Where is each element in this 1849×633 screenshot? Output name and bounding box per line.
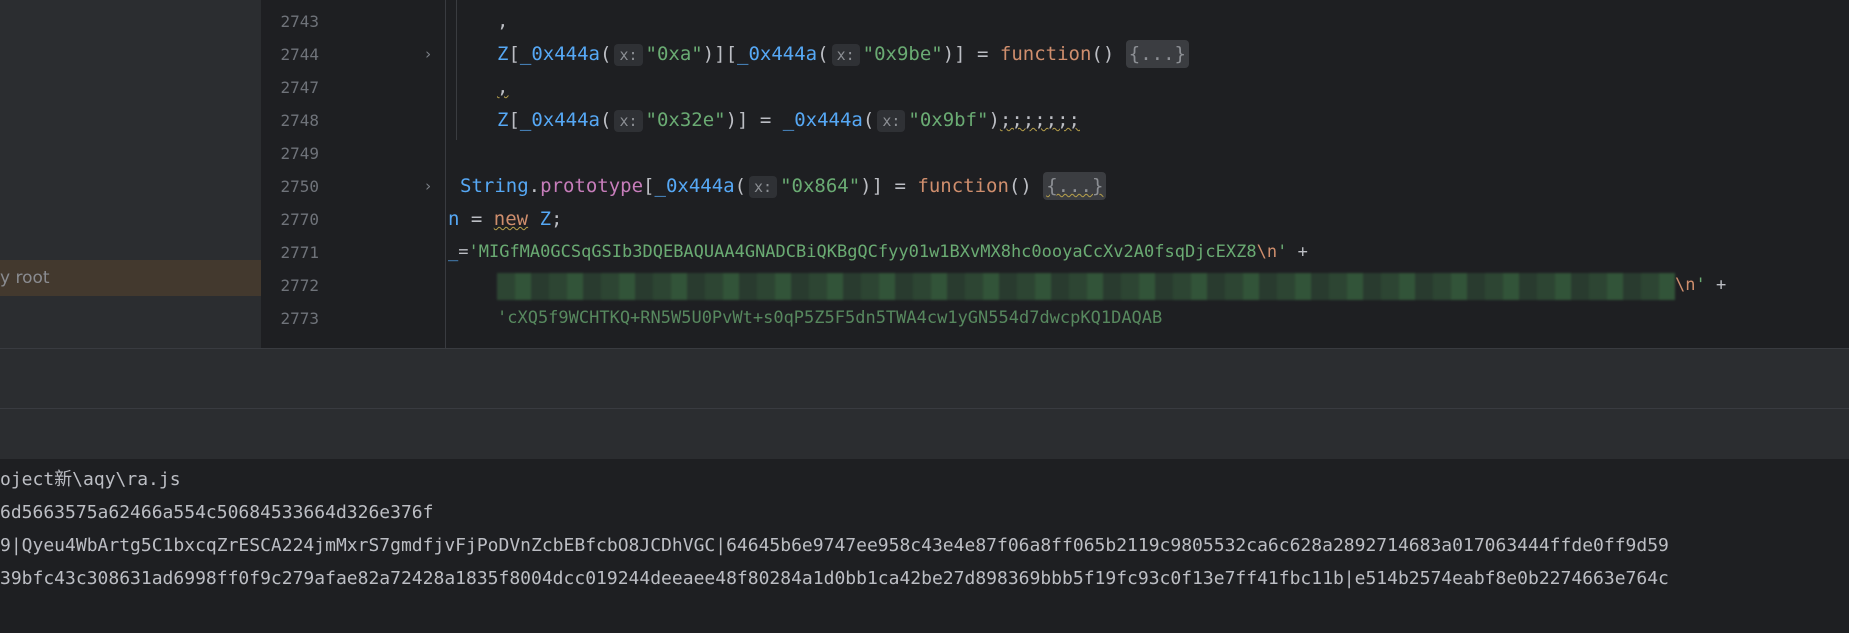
code-token: "0x864" bbox=[780, 175, 861, 197]
param-hint: x: bbox=[614, 110, 643, 132]
code-token: n bbox=[448, 208, 460, 230]
code-token: "0x9bf" bbox=[908, 109, 989, 131]
code-line[interactable]: 2750 › String.prototype[_0x444a(x: "0x864… bbox=[261, 170, 1849, 203]
line-number: 2743 bbox=[280, 12, 319, 31]
console-line: 6d5663575a62466a554c50684533664d326e376f bbox=[0, 502, 434, 523]
code-token: + bbox=[1297, 242, 1308, 262]
code-line[interactable]: 2744 › Z[_0x444a(x: "0xa")][_0x444a(x: "0x… bbox=[261, 38, 1849, 71]
code-token: prototype bbox=[540, 175, 644, 197]
line-number: 2744 bbox=[280, 45, 319, 64]
code-token: _0x444a bbox=[782, 109, 863, 131]
redacted-block bbox=[497, 273, 1675, 300]
code-text: String.prototype[_0x444a(x: "0x864")] = f… bbox=[460, 170, 1107, 203]
folded-region[interactable]: {...} bbox=[1043, 172, 1107, 200]
line-number: 2750 bbox=[280, 177, 319, 196]
code-line[interactable]: 2772 \n' + bbox=[261, 269, 1849, 302]
code-token: _0x444a bbox=[737, 43, 818, 65]
code-text: 'cXQ5f9WCHTKQ+RN5W5U0PvWt+s0qP5Z5F5dn5TW… bbox=[497, 308, 1163, 328]
fold-chevron-icon[interactable]: › bbox=[420, 170, 436, 203]
console-line: oject新\aqy\ra.js bbox=[0, 469, 181, 490]
folded-region[interactable]: {...} bbox=[1125, 40, 1189, 68]
code-token: Z bbox=[539, 208, 552, 230]
code-token: Z bbox=[497, 43, 509, 65]
line-number: 2747 bbox=[280, 78, 319, 97]
line-number: 2773 bbox=[280, 309, 319, 328]
run-toolbar bbox=[0, 409, 1849, 459]
code-token: \n bbox=[1256, 242, 1278, 262]
param-hint: x: bbox=[831, 44, 860, 66]
code-token: + bbox=[1715, 275, 1727, 295]
code-text: Z[_0x444a(x: "0x32e")] = _0x444a(x: "0x9bf… bbox=[497, 109, 1080, 132]
code-token: "0x9be" bbox=[862, 43, 943, 65]
tree-item-label: y root bbox=[0, 268, 50, 288]
code-text: \n' + bbox=[1675, 275, 1727, 295]
code-token: String bbox=[460, 175, 529, 197]
fold-chevron-icon[interactable]: › bbox=[420, 38, 436, 71]
code-token: "0x32e" bbox=[645, 109, 726, 131]
code-editor[interactable]: 2743 , 2744 › Z[_0x444a(x: "0xa")][_0x444… bbox=[261, 0, 1849, 348]
run-console[interactable]: oject新\aqy\ra.js 6d5663575a62466a554c506… bbox=[0, 459, 1849, 633]
line-number: 2771 bbox=[280, 243, 319, 262]
code-token: _ bbox=[448, 242, 459, 262]
project-tree-panel: y root bbox=[0, 0, 261, 348]
code-token: function bbox=[917, 175, 1009, 197]
code-token: \n bbox=[1675, 275, 1696, 295]
code-line[interactable]: 2771 _='MIGfMA0GCSqGSIb3DQEBAQUAA4GNADCB… bbox=[261, 236, 1849, 269]
code-line[interactable]: 2747 , bbox=[261, 71, 1849, 104]
code-token: _0x444a bbox=[519, 43, 600, 65]
param-hint: x: bbox=[877, 110, 906, 132]
code-token: _0x444a bbox=[519, 109, 600, 131]
param-hint: x: bbox=[749, 176, 778, 198]
code-text: Z[_0x444a(x: "0xa")][_0x444a(x: "0x9be")] … bbox=[497, 38, 1189, 71]
code-line[interactable]: 2749 bbox=[261, 137, 1849, 170]
code-line[interactable]: 2773 'cXQ5f9WCHTKQ+RN5W5U0PvWt+s0qP5Z5F5… bbox=[261, 302, 1849, 335]
code-token: function bbox=[999, 43, 1092, 65]
code-text: , bbox=[497, 76, 509, 98]
code-line[interactable]: 2748 Z[_0x444a(x: "0x32e")] = _0x444a(x: "… bbox=[261, 104, 1849, 137]
line-number: 2770 bbox=[280, 210, 319, 229]
tree-item-root[interactable]: y root bbox=[0, 260, 261, 296]
tool-window-header bbox=[0, 348, 1849, 408]
code-token: "0xa" bbox=[645, 43, 703, 65]
console-line: 39bfc43c308631ad6998ff0f9c279afae82a7242… bbox=[0, 568, 1669, 589]
line-number: 2772 bbox=[280, 276, 319, 295]
code-line[interactable]: 2770 n = new Z; bbox=[261, 203, 1849, 236]
code-text: , bbox=[497, 10, 509, 32]
param-hint: x: bbox=[614, 44, 643, 66]
code-token: 'MIGfMA0GCSqGSIb3DQEBAQUAA4GNADCBiQKBgQC… bbox=[468, 242, 1257, 262]
code-text: n = new Z; bbox=[448, 208, 563, 230]
console-line: 9|Qyeu4WbArtg5C1bxcqZrESCA224jmMxrS7gmdf… bbox=[0, 535, 1669, 556]
line-number: 2749 bbox=[280, 144, 319, 163]
code-token: _0x444a bbox=[654, 175, 735, 197]
code-token: Z bbox=[497, 109, 509, 131]
line-number: 2748 bbox=[280, 111, 319, 130]
code-token: ;;;;;;; bbox=[999, 109, 1080, 131]
code-token: new bbox=[493, 208, 529, 230]
code-text: _='MIGfMA0GCSqGSIb3DQEBAQUAA4GNADCBiQKBg… bbox=[448, 242, 1308, 262]
code-line[interactable]: 2743 , bbox=[261, 5, 1849, 38]
